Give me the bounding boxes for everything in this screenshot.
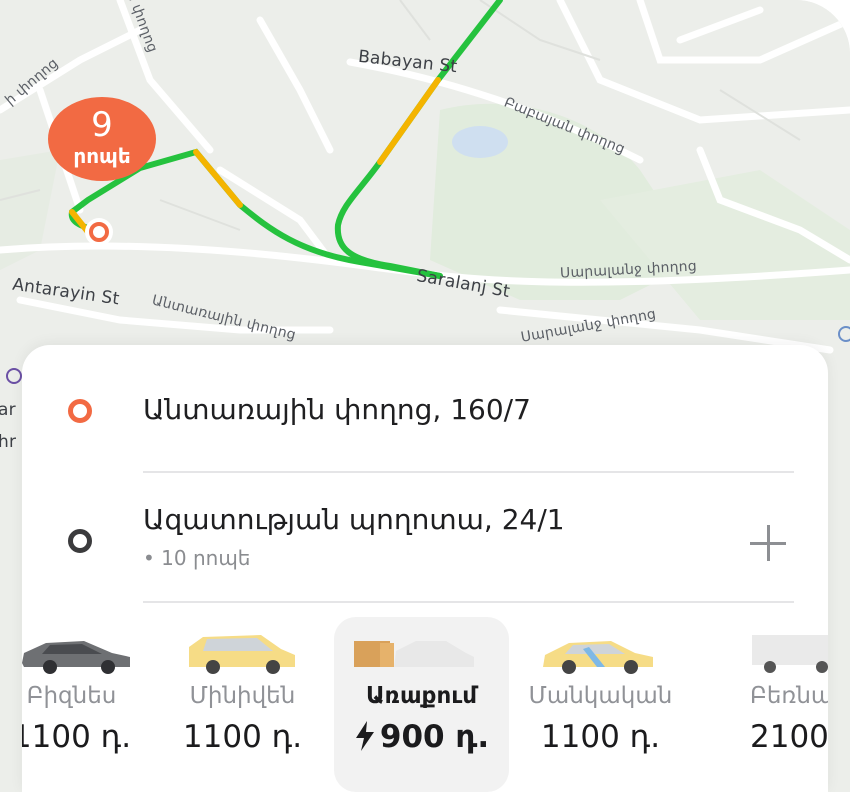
tariff-child[interactable]: Մանկական 1100 դ. [513, 617, 688, 792]
eta-unit: րոպե [73, 144, 131, 168]
yellow-minivan-icon [189, 635, 295, 674]
from-address-row[interactable]: Անտառային փողոց, 160/7 [22, 345, 828, 473]
tariff-price: 1100 դ. [182, 719, 303, 755]
app-frame: Babayan St Բաբայան փողոց Antarayin St Sa… [0, 0, 850, 792]
tariff-name: Բեռնա [750, 683, 828, 709]
child-car-icon [543, 641, 653, 674]
lightning-icon [355, 721, 374, 751]
poi-icon [6, 368, 22, 384]
tariff-business[interactable]: Բիզնես 1100 դ. [22, 617, 159, 792]
divider [143, 601, 794, 603]
tariff-price: 1100 դ. [22, 719, 132, 755]
street-label: ar [0, 400, 16, 420]
tariff-cargo[interactable]: Բեռնա 2100 [692, 617, 828, 792]
origin-pin-icon [68, 399, 92, 423]
add-stop-plus-icon[interactable] [746, 521, 790, 565]
tariff-price: 900 դ. [334, 719, 509, 755]
eta-minutes: 9 [91, 105, 113, 145]
tariff-name: Առաքում [365, 683, 478, 709]
tariff-price: 2100 [750, 719, 828, 755]
tariff-name: Մինիվեն [189, 683, 296, 709]
tariff-price-value: 900 դ. [379, 719, 490, 755]
tariff-name: Մանկական [528, 683, 673, 709]
from-address: Անտառային փողոց, 160/7 [143, 393, 531, 426]
route-sheet: Անտառային փողոց, 160/7 Ազատության պողոտա… [22, 345, 828, 792]
tariff-carousel[interactable]: Բիզնես 1100 դ. Մինիվեն 1100 դ. Առաքում 9… [22, 617, 828, 792]
white-van-icon [752, 635, 828, 673]
to-address-row[interactable]: Ազատության պողոտա, 24/1 • 10 րոպե [22, 473, 828, 601]
eta-badge: 9 րոպե [48, 97, 156, 181]
poi-icon [838, 326, 850, 342]
delivery-box-car-icon [354, 641, 474, 667]
tariff-minivan[interactable]: Մինիվեն 1100 դ. [155, 617, 330, 792]
street-label: hr [0, 432, 17, 452]
to-address: Ազատության պողոտա, 24/1 [143, 503, 565, 536]
destination-eta: • 10 րոպե [143, 546, 251, 570]
dark-sedan-icon [22, 641, 130, 674]
tariff-name: Բիզնես [26, 683, 117, 709]
destination-pin-icon [68, 529, 92, 553]
tariff-price: 1100 դ. [540, 719, 661, 755]
tariff-delivery[interactable]: Առաքում 900 դ. [334, 617, 509, 792]
route-start-marker [85, 218, 113, 246]
